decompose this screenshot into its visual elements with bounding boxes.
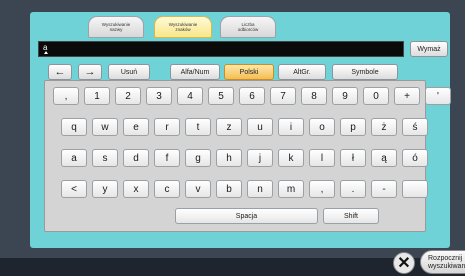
key[interactable]: b (216, 180, 242, 198)
cursor-right-button[interactable]: → (78, 64, 102, 80)
key[interactable]: a (61, 149, 87, 167)
key[interactable]: o (309, 118, 335, 136)
key[interactable]: , (309, 180, 335, 198)
shift-key[interactable]: Shift (323, 208, 379, 224)
key[interactable]: 5 (208, 87, 234, 105)
polish-layout-button[interactable]: Polski (224, 64, 274, 80)
tab-line2: nazwy (109, 27, 123, 32)
altgr-button[interactable]: AltGr. (278, 64, 326, 80)
key[interactable]: c (154, 180, 180, 198)
key[interactable]: w (92, 118, 118, 136)
key[interactable]: 2 (115, 87, 141, 105)
key[interactable]: j (247, 149, 273, 167)
cursor-left-button[interactable]: ← (48, 64, 72, 80)
key[interactable]: z (216, 118, 242, 136)
key[interactable]: p (340, 118, 366, 136)
tab-name-search[interactable]: Wyszukiwanie nazwy (88, 16, 144, 38)
start-search-line2: wyszukiwanie (428, 263, 465, 270)
key[interactable]: h (216, 149, 242, 167)
key[interactable]: 9 (332, 87, 358, 105)
key[interactable]: ó (402, 149, 428, 167)
key[interactable]: 8 (301, 87, 327, 105)
delete-button[interactable]: Usuń (108, 64, 150, 80)
search-input[interactable]: a (38, 41, 404, 57)
key[interactable]: i (278, 118, 304, 136)
key[interactable]: ą (371, 149, 397, 167)
key[interactable]: 3 (146, 87, 172, 105)
key[interactable]: s (92, 149, 118, 167)
key[interactable]: x (123, 180, 149, 198)
tab-recipient-count[interactable]: Liczba odbiorców (220, 16, 276, 38)
key[interactable]: + (394, 87, 420, 105)
key[interactable]: e (123, 118, 149, 136)
key[interactable]: l (309, 149, 335, 167)
close-icon: ✕ (397, 255, 411, 272)
key[interactable]: ś (402, 118, 428, 136)
key[interactable]: 6 (239, 87, 265, 105)
clear-button[interactable]: Wymaż (410, 41, 448, 57)
key[interactable]: - (371, 180, 397, 198)
symbols-button[interactable]: Symbole (332, 64, 398, 80)
key[interactable]: 4 (177, 87, 203, 105)
key[interactable]: m (278, 180, 304, 198)
key[interactable]: y (92, 180, 118, 198)
key[interactable]: r (154, 118, 180, 136)
tab-line2: znaków (175, 27, 191, 32)
key[interactable]: d (123, 149, 149, 167)
start-search-button[interactable]: Rozpocznij wyszukiwanie (420, 250, 465, 274)
key[interactable]: ż (371, 118, 397, 136)
tab-line2: odbiorców (237, 27, 259, 32)
key[interactable]: ' (425, 87, 451, 105)
start-search-line1: Rozpocznij (428, 255, 463, 262)
cancel-button[interactable]: ✕ (393, 252, 415, 274)
on-screen-keyboard: , 1 2 3 4 5 6 7 8 9 0 + ' q w e r t z u i o p ż ś a s d f g h j k l ł ą ó < y x… (44, 80, 451, 232)
key[interactable]: , (53, 87, 79, 105)
cursor-icon (44, 51, 48, 54)
space-key[interactable]: Spacja (175, 208, 318, 224)
key[interactable]: q (61, 118, 87, 136)
key[interactable]: . (340, 180, 366, 198)
key[interactable]: ł (340, 149, 366, 167)
search-panel: Wyszukiwanie nazwy Wyszukiwanie znaków L… (30, 12, 451, 248)
tab-character-search[interactable]: Wyszukiwanie znaków (154, 16, 212, 38)
key[interactable]: 7 (270, 87, 296, 105)
key[interactable]: 0 (363, 87, 389, 105)
key[interactable]: u (247, 118, 273, 136)
key[interactable]: 1 (84, 87, 110, 105)
key[interactable]: f (154, 149, 180, 167)
key[interactable]: < (61, 180, 87, 198)
key[interactable] (402, 180, 428, 198)
alfanum-button[interactable]: Alfa/Num (170, 64, 220, 80)
key[interactable]: k (278, 149, 304, 167)
key[interactable]: g (185, 149, 211, 167)
key[interactable]: v (185, 180, 211, 198)
key[interactable]: n (247, 180, 273, 198)
key[interactable]: t (185, 118, 211, 136)
